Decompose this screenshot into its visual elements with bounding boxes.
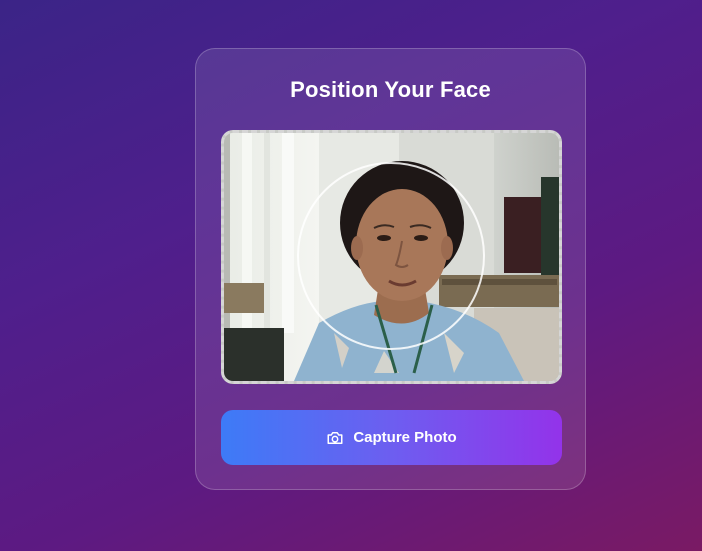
capture-button-label: Capture Photo [353, 429, 457, 446]
face-capture-card: Position Your Face Capture Photo [195, 48, 586, 490]
page-title: Position Your Face [290, 77, 491, 102]
face-guide-circle [297, 162, 485, 350]
camera-icon [326, 430, 344, 446]
camera-preview [221, 130, 562, 384]
capture-photo-button[interactable]: Capture Photo [221, 410, 562, 465]
